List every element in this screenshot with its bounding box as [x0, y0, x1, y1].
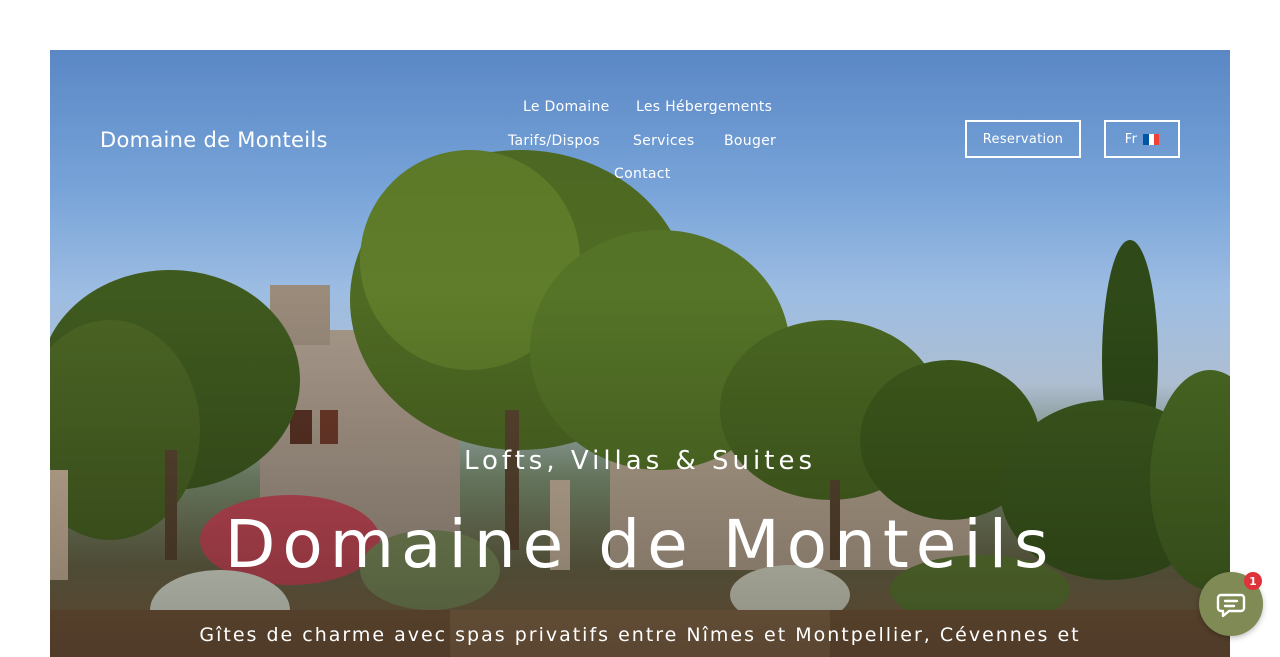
hero-title: Domaine de Monteils	[224, 506, 1056, 583]
nav-item-services[interactable]: Services	[633, 133, 694, 149]
reservation-button-label: Reservation	[982, 131, 1064, 147]
nav-item-contact[interactable]: Contact	[614, 166, 671, 182]
language-label: Fr	[1124, 131, 1138, 147]
chat-notification-badge: 1	[1244, 572, 1262, 590]
hero-subtitle: Gîtes de charme avec spas privatifs entr…	[199, 624, 1081, 646]
nav-item-bouger[interactable]: Bouger	[724, 133, 776, 149]
reservation-button[interactable]: Reservation	[965, 120, 1081, 158]
french-flag-icon	[1143, 133, 1160, 145]
nav-item-le-domaine[interactable]: Le Domaine	[523, 99, 610, 115]
chat-bubble-icon	[1216, 593, 1246, 618]
language-selector[interactable]: Fr	[1104, 120, 1180, 158]
nav-item-les-hebergements[interactable]: Les Hébergements	[636, 99, 772, 115]
site-logo-link[interactable]: Domaine de Monteils	[100, 128, 328, 152]
hero-eyebrow: Lofts, Villas & Suites	[463, 446, 816, 476]
nav-item-tarifs-dispos[interactable]: Tarifs/Dispos	[508, 133, 600, 149]
hero-section: Domaine de Monteils Le Domaine Les Héber…	[50, 50, 1230, 657]
